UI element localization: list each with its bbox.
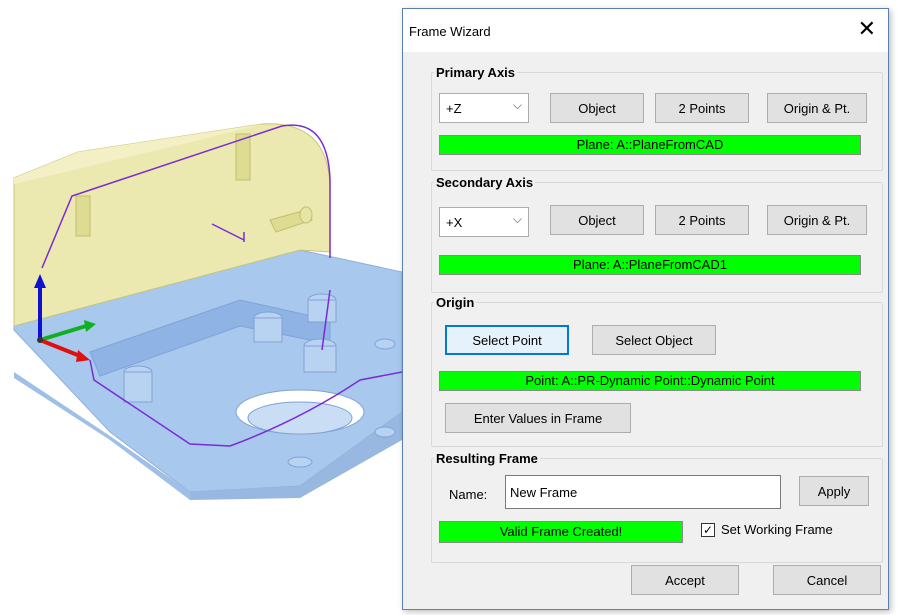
resulting-frame-legend: Resulting Frame: [436, 451, 538, 466]
name-label: Name:: [449, 487, 488, 502]
frame-wizard-dialog: Frame Wizard ✕ Primary Axis +Z ⌵ Object …: [402, 8, 889, 610]
primary-axis-combo-value: +Z: [446, 101, 462, 116]
enter-values-button[interactable]: Enter Values in Frame: [445, 403, 631, 433]
title-bar[interactable]: Frame Wizard ✕: [403, 9, 888, 52]
origin-status: Point: A::PR-Dynamic Point::Dynamic Poin…: [439, 371, 861, 391]
secondary-axis-legend: Secondary Axis: [436, 175, 534, 190]
chevron-down-icon: ⌵: [512, 98, 522, 112]
set-working-frame-checkbox[interactable]: ✓: [701, 523, 715, 537]
origin-legend: Origin: [436, 295, 475, 310]
primary-axis-status: Plane: A::PlaneFromCAD: [439, 135, 861, 155]
select-object-button[interactable]: Select Object: [592, 325, 716, 355]
frame-name-input[interactable]: [505, 475, 781, 509]
accept-button[interactable]: Accept: [631, 565, 739, 595]
apply-button[interactable]: Apply: [799, 476, 869, 506]
chevron-down-icon: ⌵: [512, 212, 522, 226]
primary-object-button[interactable]: Object: [550, 93, 644, 123]
dialog-title: Frame Wizard: [409, 24, 491, 39]
cancel-button[interactable]: Cancel: [773, 565, 881, 595]
secondary-axis-status: Plane: A::PlaneFromCAD1: [439, 255, 861, 275]
secondary-two-points-button[interactable]: 2 Points: [655, 205, 749, 235]
select-point-button[interactable]: Select Point: [445, 325, 569, 355]
secondary-axis-combo[interactable]: +X ⌵: [439, 207, 529, 237]
set-working-frame-label[interactable]: Set Working Frame: [721, 522, 833, 537]
secondary-origin-pt-button[interactable]: Origin & Pt.: [767, 205, 867, 235]
secondary-object-button[interactable]: Object: [550, 205, 644, 235]
close-icon[interactable]: ✕: [858, 18, 876, 40]
frame-status: Valid Frame Created!: [439, 521, 683, 543]
secondary-axis-combo-value: +X: [446, 215, 463, 230]
primary-origin-pt-button[interactable]: Origin & Pt.: [767, 93, 867, 123]
primary-two-points-button[interactable]: 2 Points: [655, 93, 749, 123]
primary-axis-legend: Primary Axis: [436, 65, 516, 80]
primary-axis-combo[interactable]: +Z ⌵: [439, 93, 529, 123]
